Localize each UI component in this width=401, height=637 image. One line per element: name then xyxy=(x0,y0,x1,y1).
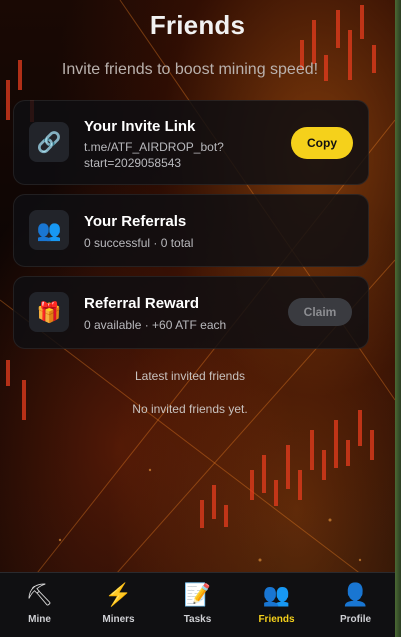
referrals-card: 👥 Your Referrals 0 successful · 0 total xyxy=(13,194,369,267)
referrals-stats: 0 successful · 0 total xyxy=(84,236,194,250)
nav-label-profile: Profile xyxy=(339,614,372,625)
nav-item-friends[interactable]: 👥 Friends xyxy=(237,573,316,637)
nav-item-miners[interactable]: ⚡ Miners xyxy=(79,573,158,637)
people-icon: 👥 xyxy=(262,582,291,607)
nav-label-mine: Mine xyxy=(28,614,51,625)
nav-label-tasks: Tasks xyxy=(183,614,212,625)
nav-item-mine[interactable]: ⛏ Mine xyxy=(0,573,79,637)
nav-item-tasks[interactable]: 📝 Tasks xyxy=(158,573,237,637)
link-icon: 🔗 xyxy=(29,122,69,162)
invite-link-line2: start=2029058543 xyxy=(84,156,182,170)
claim-button[interactable]: Claim xyxy=(288,298,352,326)
nav-label-miners: Miners xyxy=(102,614,135,625)
invite-link-url: t.me/ATF_AIRDROP_bot? start=2029058543 xyxy=(84,139,224,171)
nav-label-friends: Friends xyxy=(258,614,295,625)
bottom-nav: ⛏ Mine ⚡ Miners 📝 Tasks 👥 Friends 👤 Prof… xyxy=(0,572,395,637)
reward-stats: 0 available · +60 ATF each xyxy=(84,318,227,332)
page-subtitle: Invite friends to boost mining speed! xyxy=(61,61,319,78)
empty-friends-message: No invited friends yet. xyxy=(132,402,248,416)
memo-icon: 📝 xyxy=(183,582,212,607)
lightning-icon: ⚡ xyxy=(104,582,133,607)
gift-icon: 🎁 xyxy=(29,292,69,332)
referrals-title: Your Referrals xyxy=(84,213,187,230)
referral-reward-card: 🎁 Referral Reward 0 available · +60 ATF … xyxy=(13,276,369,349)
window-edge xyxy=(395,0,401,637)
pickaxe-icon: ⛏ xyxy=(25,582,54,607)
page-title: Friends xyxy=(149,10,246,40)
reward-title: Referral Reward xyxy=(84,295,200,312)
invite-link-card: 🔗 Your Invite Link t.me/ATF_AIRDROP_bot?… xyxy=(13,100,369,185)
user-icon: 👤 xyxy=(341,582,370,607)
nav-item-profile[interactable]: 👤 Profile xyxy=(316,573,395,637)
latest-friends-heading: Latest invited friends xyxy=(134,369,246,383)
copy-button[interactable]: Copy xyxy=(291,127,353,159)
invite-link-line1: t.me/ATF_AIRDROP_bot? xyxy=(84,140,224,154)
app-screen: Friends Invite friends to boost mining s… xyxy=(0,0,395,637)
invite-link-title: Your Invite Link xyxy=(84,118,196,135)
people-icon: 👥 xyxy=(29,210,69,250)
